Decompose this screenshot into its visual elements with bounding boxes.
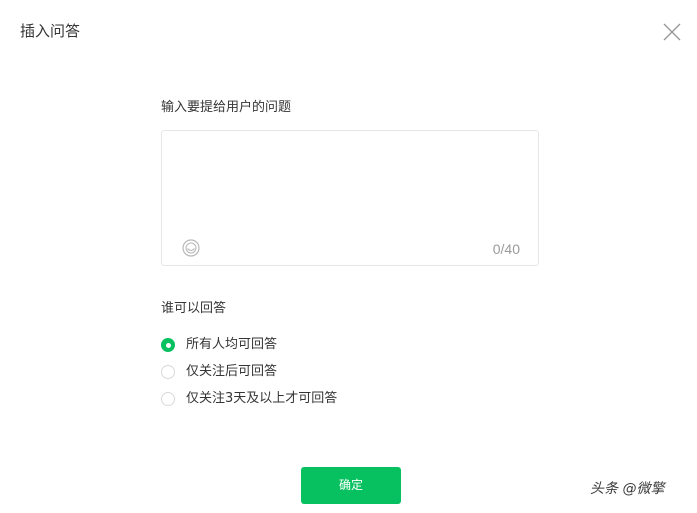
radio-option-followers-3days[interactable]: 仅关注3天及以上才可回答 — [161, 390, 337, 408]
radio-button-checked[interactable] — [161, 338, 175, 352]
radio-option-label: 仅关注3天及以上才可回答 — [186, 391, 338, 406]
emoji-icon — [182, 239, 200, 257]
close-icon — [663, 23, 681, 41]
radio-button[interactable] — [161, 392, 175, 406]
question-input-box: 0/40 — [161, 130, 539, 266]
confirm-button[interactable]: 确定 — [301, 467, 401, 504]
char-counter: 0/40 — [492, 241, 520, 257]
radio-option-everyone[interactable]: 所有人均可回答 — [161, 336, 277, 354]
emoji-button[interactable] — [182, 239, 200, 257]
radio-button[interactable] — [161, 365, 175, 379]
radio-option-label: 所有人均可回答 — [186, 337, 278, 352]
close-button[interactable] — [660, 20, 684, 44]
watermark: 头条 @微擎 — [590, 481, 665, 497]
insert-qa-dialog: 插入问答 输入要提给用户的问题 0/40 谁可以回答 所有人均可回答 仅关注后可… — [0, 0, 697, 513]
radio-option-followers[interactable]: 仅关注后可回答 — [161, 363, 277, 381]
question-textarea[interactable] — [172, 141, 528, 231]
question-label: 输入要提给用户的问题 — [161, 100, 292, 115]
dialog-title: 插入问答 — [20, 22, 81, 40]
who-can-answer-label: 谁可以回答 — [161, 301, 227, 316]
radio-option-label: 仅关注后可回答 — [186, 364, 278, 379]
